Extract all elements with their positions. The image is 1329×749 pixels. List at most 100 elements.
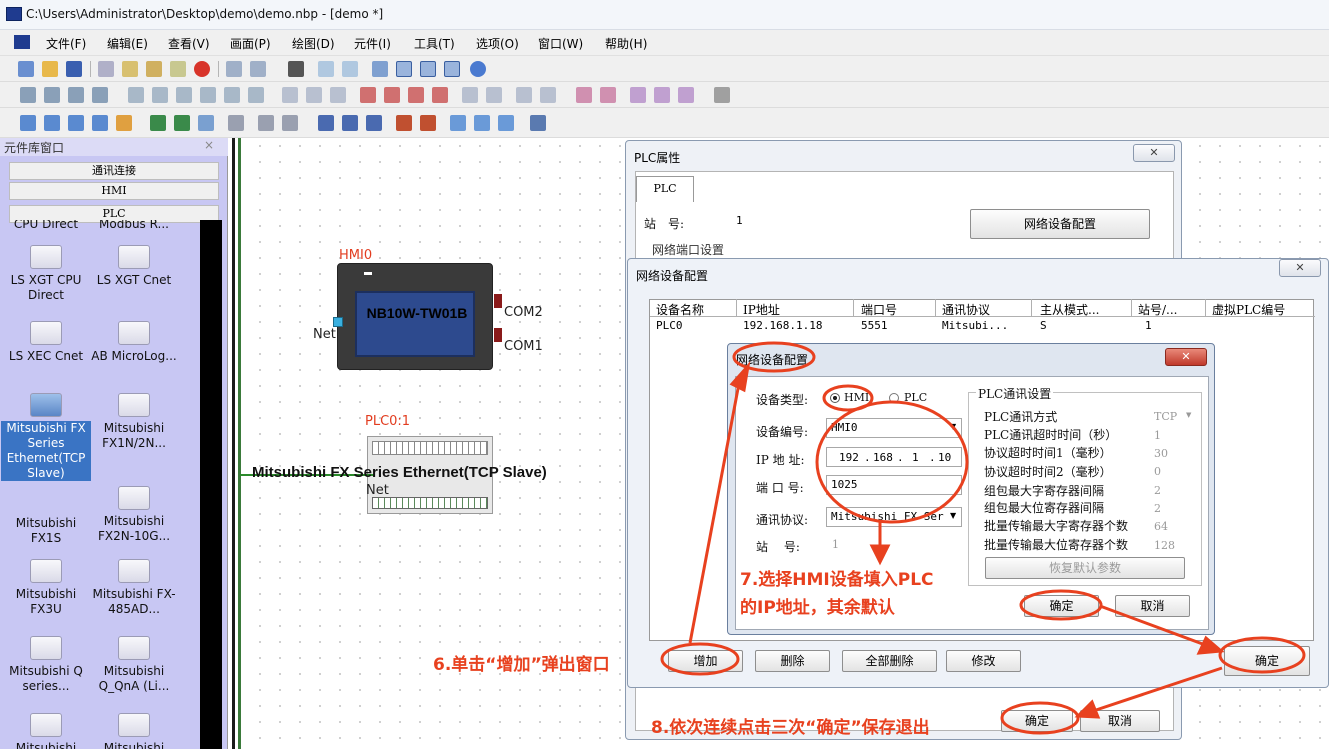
undo-icon[interactable]: [226, 61, 242, 77]
copy-icon[interactable]: [122, 61, 138, 77]
menu-view[interactable]: 查看(V): [168, 35, 210, 52]
library-tab-hmi[interactable]: HMI: [9, 182, 219, 200]
plc-properties-close-button[interactable]: ✕: [1133, 144, 1175, 162]
find-icon[interactable]: [288, 61, 304, 77]
lock-icon[interactable]: [714, 87, 730, 103]
shape-3-icon[interactable]: [678, 87, 694, 103]
delete-button[interactable]: 删除: [755, 650, 830, 672]
online-sim-icon[interactable]: [498, 115, 514, 131]
object-10-icon[interactable]: [258, 115, 274, 131]
view-mode-3-icon[interactable]: [444, 61, 460, 77]
modify-button[interactable]: 修改: [946, 650, 1021, 672]
plc-properties-ok-button[interactable]: 确定: [1001, 710, 1073, 732]
library-item-selected[interactable]: Mitsubishi FX Series Ethernet(TCP Slave): [1, 393, 91, 481]
object-4-icon[interactable]: [92, 115, 108, 131]
col-device-name[interactable]: 设备名称: [656, 301, 704, 318]
shape-1-icon[interactable]: [630, 87, 646, 103]
device-config-cancel-button[interactable]: 取消: [1115, 595, 1190, 617]
library-item[interactable]: Modbus R...: [89, 220, 179, 232]
redo-icon[interactable]: [250, 61, 266, 77]
distribute-icon[interactable]: [128, 87, 144, 103]
view-mode-2-icon[interactable]: [420, 61, 436, 77]
center-v-icon[interactable]: [200, 87, 216, 103]
open-folder-icon[interactable]: [42, 61, 58, 77]
setting-value[interactable]: 128: [1154, 539, 1175, 552]
line-v-icon[interactable]: [600, 87, 616, 103]
same-height-icon[interactable]: [306, 87, 322, 103]
setting-value[interactable]: 30: [1154, 447, 1168, 460]
library-item[interactable]: Mitsubishi Q_QnA (Li...: [89, 636, 179, 694]
setting-value[interactable]: 64: [1154, 520, 1168, 533]
distribute-v-icon[interactable]: [152, 87, 168, 103]
transfer-icon[interactable]: [530, 115, 546, 131]
menu-component[interactable]: 元件(I): [354, 35, 391, 52]
library-tab-communication[interactable]: 通讯连接: [9, 162, 219, 180]
library-item[interactable]: CPU Direct: [1, 220, 91, 232]
menu-options[interactable]: 选项(O): [476, 35, 519, 52]
plc-properties-cancel-button[interactable]: 取消: [1080, 710, 1160, 732]
align-left-icon[interactable]: [20, 87, 36, 103]
library-item[interactable]: Mitsubishi FX3U: [1, 559, 91, 617]
library-item[interactable]: Mitsubishi: [89, 713, 179, 749]
run-3-icon[interactable]: [366, 115, 382, 131]
device-config-close-button[interactable]: ✕: [1165, 348, 1207, 366]
help-icon[interactable]: [470, 61, 486, 77]
table-row[interactable]: PLC0 192.168.1.18 5551 Mitsubi... S 1: [650, 318, 1315, 333]
library-item[interactable]: LS XGT CPU Direct: [1, 245, 91, 303]
zoom-in-icon[interactable]: [318, 61, 334, 77]
ip-octet[interactable]: 192: [839, 451, 859, 464]
library-item[interactable]: Mitsubishi Q series...: [1, 636, 91, 694]
align-bottom-icon[interactable]: [92, 87, 108, 103]
upload-icon[interactable]: [420, 115, 436, 131]
protocol-select[interactable]: Mitsubishi FX Ser: [826, 507, 962, 527]
group-icon[interactable]: [462, 87, 478, 103]
save-icon[interactable]: [66, 61, 82, 77]
delete-icon[interactable]: [194, 61, 210, 77]
object-9-icon[interactable]: [228, 115, 244, 131]
run-2-icon[interactable]: [342, 115, 358, 131]
download-icon[interactable]: [396, 115, 412, 131]
ip-octet[interactable]: 1: [912, 451, 919, 464]
device-no-select[interactable]: HMI0: [826, 418, 962, 438]
col-port[interactable]: 端口号: [861, 301, 897, 318]
same-width-icon[interactable]: [282, 87, 298, 103]
ip-address-input[interactable]: 192 . 168 . 1 . 10: [826, 447, 962, 467]
object-8-icon[interactable]: [198, 115, 214, 131]
library-item[interactable]: Mitsubishi FX-485AD...: [89, 559, 179, 617]
layer-up-icon[interactable]: [408, 87, 424, 103]
object-2-icon[interactable]: [44, 115, 60, 131]
library-scrollbar[interactable]: [200, 220, 222, 749]
object-6-icon[interactable]: [150, 115, 166, 131]
setting-value[interactable]: 1: [1154, 429, 1161, 442]
duplicate-icon[interactable]: [170, 61, 186, 77]
library-close-button[interactable]: ×: [204, 138, 214, 152]
menu-screen[interactable]: 画面(P): [230, 35, 271, 52]
menu-window[interactable]: 窗口(W): [538, 35, 583, 52]
layer-front-icon[interactable]: [360, 87, 376, 103]
library-item[interactable]: Mitsubishi FX1S: [1, 516, 91, 546]
object-11-icon[interactable]: [282, 115, 298, 131]
menu-edit[interactable]: 编辑(E): [107, 35, 148, 52]
setting-value[interactable]: 2: [1154, 502, 1161, 515]
menu-file[interactable]: 文件(F): [46, 35, 86, 52]
network-config-close-button[interactable]: ✕: [1279, 259, 1321, 277]
layer-back-icon[interactable]: [384, 87, 400, 103]
device-config-ok-button[interactable]: 确定: [1024, 595, 1099, 617]
col-ip[interactable]: IP地址: [743, 301, 780, 318]
layer-down-icon[interactable]: [432, 87, 448, 103]
ip-octet[interactable]: 10: [938, 451, 951, 464]
col-protocol[interactable]: 通讯协议: [942, 301, 990, 318]
screen-icon[interactable]: [372, 61, 388, 77]
library-item[interactable]: LS XGT Cnet: [89, 245, 179, 288]
library-item[interactable]: LS XEC Cnet: [1, 321, 91, 364]
flip-icon[interactable]: [248, 87, 264, 103]
zoom-out-icon[interactable]: [342, 61, 358, 77]
center-h-icon[interactable]: [176, 87, 192, 103]
radio-plc[interactable]: [889, 393, 899, 403]
setting-value[interactable]: 0: [1154, 465, 1161, 478]
setting-value[interactable]: 2: [1154, 484, 1161, 497]
station-field[interactable]: 1: [732, 212, 802, 232]
space-v-icon[interactable]: [540, 87, 556, 103]
network-config-ok-button[interactable]: 确定: [1224, 646, 1310, 676]
object-7-icon[interactable]: [174, 115, 190, 131]
